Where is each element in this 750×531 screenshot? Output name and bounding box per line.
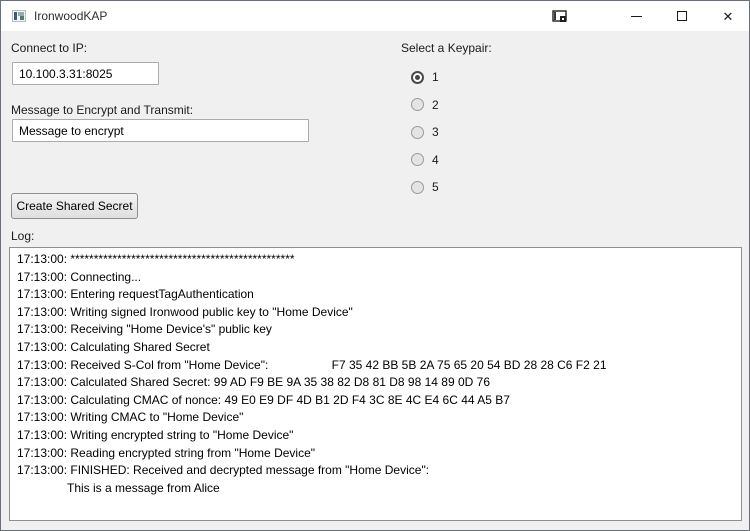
- window-title: IronwoodKAP: [34, 9, 108, 23]
- connect-ip-label: Connect to IP:: [11, 41, 88, 55]
- log-line: 17:13:00: FINISHED: Received and decrypt…: [17, 463, 430, 478]
- log-output[interactable]: 17:13:00: ******************************…: [9, 247, 742, 521]
- maximize-button[interactable]: [659, 1, 705, 31]
- log-line: 17:13:00: Receiving "Home Device's" publ…: [17, 322, 272, 337]
- log-line: 17:13:00: Connecting...: [17, 269, 142, 284]
- keypair-label: Select a Keypair:: [401, 41, 492, 55]
- log-line: 17:13:00: Received S-Col from "Home Devi…: [17, 357, 607, 372]
- radio-label: 4: [432, 152, 439, 167]
- close-icon: ✕: [722, 8, 734, 24]
- radio-label: 1: [432, 70, 439, 84]
- ime-keyboard-icon: [552, 10, 568, 24]
- log-line: 17:13:00: Writing signed Ironwood public…: [17, 304, 353, 319]
- minimize-button[interactable]: [613, 1, 659, 31]
- maximize-icon: [677, 11, 687, 21]
- log-line: 17:13:00: Writing CMAC to "Home Device": [17, 410, 244, 425]
- keypair-radio-5[interactable]: 5: [411, 177, 439, 197]
- radio-circle-icon[interactable]: [411, 125, 424, 139]
- app-window: IronwoodKAP ✕ Connect to IP: Message to …: [0, 0, 750, 531]
- log-line: 17:13:00: Calculating Shared Secret: [17, 339, 210, 354]
- radio-circle-icon[interactable]: [411, 98, 424, 111]
- radio-circle-icon[interactable]: [411, 70, 424, 84]
- radio-label: 3: [432, 125, 439, 139]
- keypair-radio-4[interactable]: 4: [411, 150, 439, 170]
- log-line: 17:13:00: Entering requestTagAuthenticat…: [17, 287, 254, 302]
- message-input[interactable]: [12, 119, 309, 142]
- keypair-radio-group: 1 2 3 4 5: [411, 67, 439, 205]
- message-label: Message to Encrypt and Transmit:: [11, 103, 194, 117]
- keypair-radio-3[interactable]: 3: [411, 122, 439, 142]
- log-line: 17:13:00: Calculated Shared Secret: 99 A…: [17, 375, 490, 390]
- keypair-radio-2[interactable]: 2: [411, 95, 439, 115]
- log-line: 17:13:00: Writing encrypted string to "H…: [17, 427, 294, 442]
- radio-label: 2: [432, 97, 439, 112]
- radio-circle-icon[interactable]: [411, 180, 424, 194]
- log-line: 17:13:00: ******************************…: [17, 252, 295, 266]
- log-line: 17:13:00: Calculating CMAC of nonce: 49 …: [17, 392, 510, 407]
- log-label: Log:: [11, 229, 35, 243]
- keypair-radio-1[interactable]: 1: [411, 67, 439, 87]
- create-shared-secret-button[interactable]: Create Shared Secret: [11, 193, 138, 219]
- ip-input[interactable]: [12, 62, 159, 85]
- title-bar[interactable]: IronwoodKAP ✕: [1, 1, 749, 31]
- app-icon: [11, 8, 27, 24]
- log-line: 17:13:00: Reading encrypted string from …: [17, 445, 316, 460]
- radio-label: 5: [432, 180, 439, 194]
- minimize-icon: [630, 15, 642, 17]
- close-button[interactable]: ✕: [705, 1, 749, 31]
- radio-circle-icon[interactable]: [411, 153, 424, 166]
- log-line: This is a message from Alice: [17, 480, 220, 495]
